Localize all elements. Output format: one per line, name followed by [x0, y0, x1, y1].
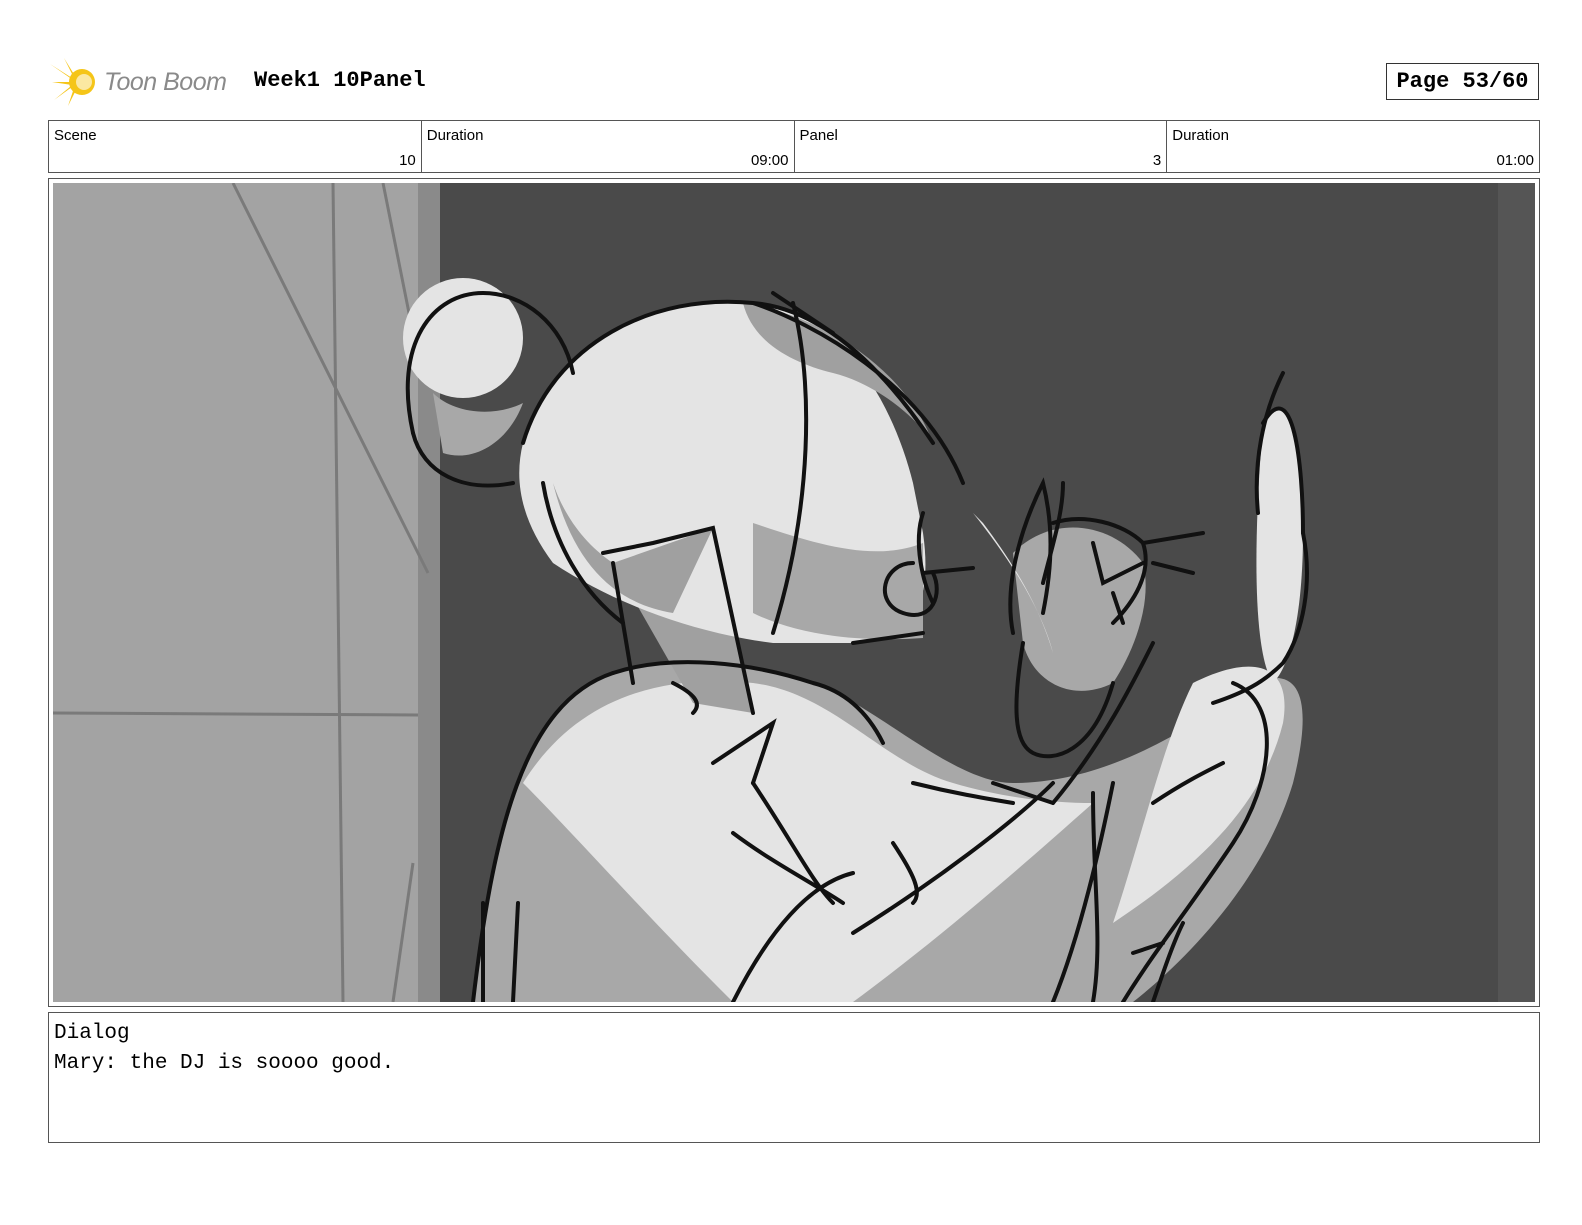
panel-label: Panel — [799, 127, 838, 144]
panel-duration-label: Duration — [1172, 127, 1229, 144]
storyboard-panel — [48, 178, 1540, 1007]
panel-duration-cell: Duration 01:00 — [1167, 121, 1539, 172]
scene-value: 10 — [399, 152, 416, 169]
scene-label: Scene — [54, 127, 97, 144]
panel-value: 3 — [1152, 152, 1162, 169]
panel-cell: Panel 3 — [795, 121, 1168, 172]
scene-duration-value: 09:00 — [750, 152, 789, 169]
dialog-line: Mary: the DJ is soooo good. — [54, 1052, 395, 1075]
page-indicator: Page 53/60 — [1386, 63, 1539, 100]
panel-duration-value: 01:00 — [1496, 152, 1534, 169]
scene-info-table: Scene 10 Duration 09:00 Panel 3 Duration… — [48, 120, 1540, 173]
scene-cell: Scene 10 — [49, 121, 422, 172]
toon-boom-logo: Toon Boom — [50, 56, 240, 108]
star-burst-icon — [50, 58, 95, 106]
logo-text: Toon Boom — [104, 67, 227, 96]
scene-duration-label: Duration — [426, 127, 484, 144]
storyboard-sketch-image — [53, 183, 1535, 1002]
dialog-box: Dialog Mary: the DJ is soooo good. — [48, 1012, 1540, 1143]
document-title: Week1 10Panel — [254, 68, 426, 93]
scene-duration-cell: Duration 09:00 — [422, 121, 795, 172]
dialog-heading: Dialog — [54, 1022, 130, 1045]
